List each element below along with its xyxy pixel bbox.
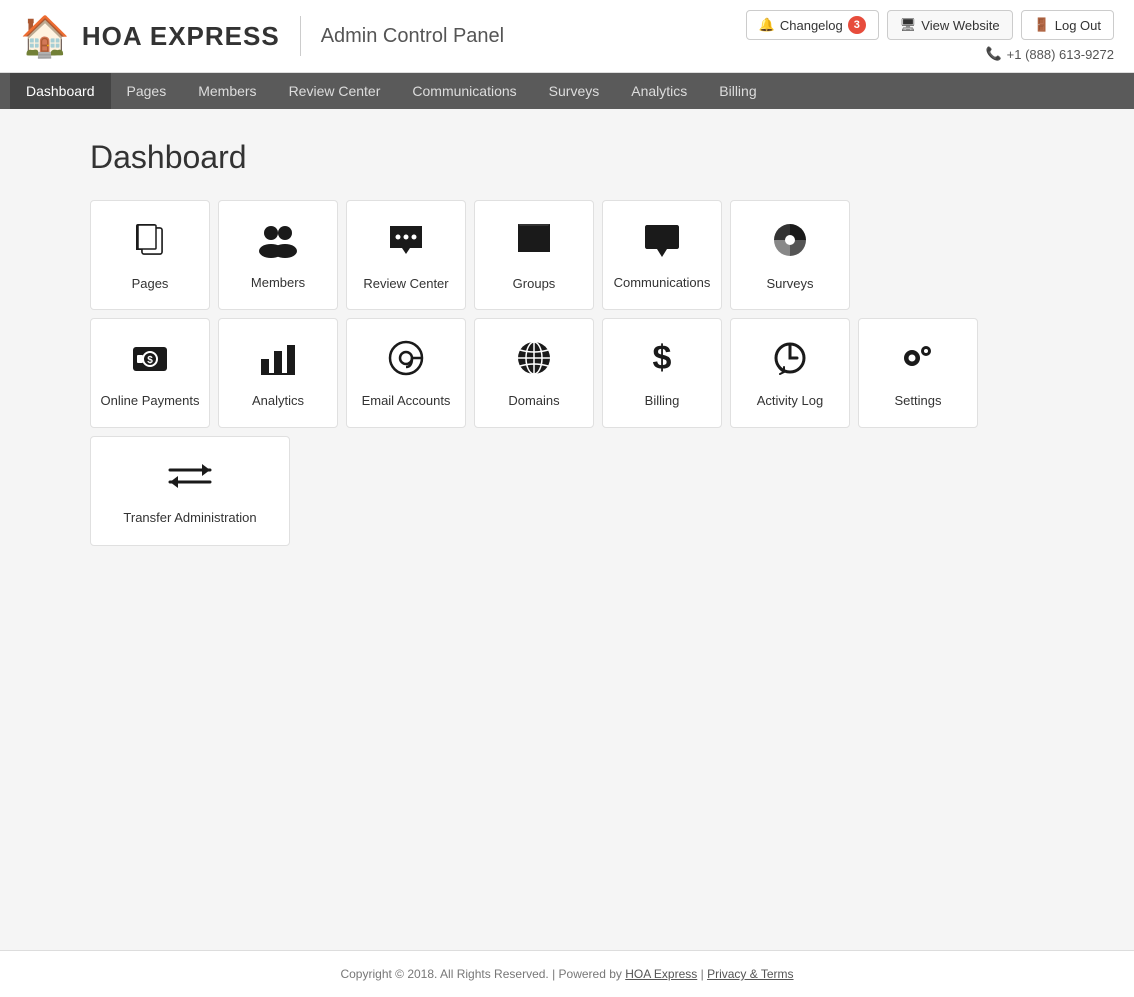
- nav-analytics[interactable]: Analytics: [615, 73, 703, 109]
- domains-icon: [513, 339, 555, 383]
- groups-icon: [514, 220, 554, 266]
- main-content: Dashboard Pages: [0, 109, 1134, 950]
- page-title: Dashboard: [90, 139, 1044, 176]
- card-groups-label: Groups: [513, 276, 556, 291]
- card-members[interactable]: Members: [218, 200, 338, 310]
- card-billing[interactable]: $ Billing: [602, 318, 722, 428]
- phone-icon: 📞: [985, 46, 1001, 62]
- svg-text:$: $: [653, 339, 672, 377]
- nav-billing[interactable]: Billing: [703, 73, 772, 109]
- changelog-badge: 3: [848, 16, 866, 34]
- card-communications-label: Communications: [614, 275, 711, 290]
- phone-number: 📞 +1 (888) 613-9272: [985, 46, 1114, 62]
- dashboard-row-1: Pages Members: [90, 200, 1044, 310]
- footer-hoa-link[interactable]: HOA Express: [625, 967, 697, 981]
- footer-separator: |: [697, 967, 707, 981]
- view-website-label: View Website: [921, 18, 999, 33]
- card-activity-label: Activity Log: [757, 393, 823, 408]
- billing-icon: $: [642, 339, 682, 383]
- card-review-center[interactable]: Review Center: [346, 200, 466, 310]
- card-analytics-label: Analytics: [252, 393, 304, 408]
- card-groups[interactable]: Groups: [474, 200, 594, 310]
- logout-label: Log Out: [1055, 18, 1101, 33]
- transfer-icon: [166, 458, 214, 500]
- logout-button[interactable]: 🚪 Log Out: [1021, 10, 1114, 40]
- changelog-button[interactable]: 🔔 Changelog 3: [746, 10, 879, 40]
- dashboard-row-3: Transfer Administration: [90, 436, 1044, 546]
- header-actions: 🔔 Changelog 3 🖥 View Website 🚪 Log Out 📞…: [746, 10, 1114, 62]
- card-settings[interactable]: Settings: [858, 318, 978, 428]
- communications-icon: [641, 221, 683, 265]
- dashboard-row-2: $ Online Payments Analytics: [90, 318, 1044, 428]
- card-domains-label: Domains: [508, 393, 559, 408]
- card-pages[interactable]: Pages: [90, 200, 210, 310]
- card-surveys-label: Surveys: [767, 276, 814, 291]
- payments-icon: $: [129, 339, 171, 383]
- navigation: Dashboard Pages Members Review Center Co…: [0, 73, 1134, 109]
- review-icon: [386, 220, 426, 266]
- svg-text:$: $: [147, 355, 153, 366]
- changelog-icon: 🔔: [759, 17, 775, 33]
- house-icon: 🏠: [20, 13, 70, 60]
- card-activity-log[interactable]: Activity Log: [730, 318, 850, 428]
- activity-icon: [770, 339, 810, 383]
- pages-icon: [130, 220, 170, 266]
- nav-members[interactable]: Members: [182, 73, 272, 109]
- card-billing-label: Billing: [645, 393, 680, 408]
- card-surveys[interactable]: Surveys: [730, 200, 850, 310]
- settings-icon: [896, 339, 940, 383]
- nav-review-center[interactable]: Review Center: [273, 73, 397, 109]
- nav-pages[interactable]: Pages: [111, 73, 183, 109]
- card-transfer-admin[interactable]: Transfer Administration: [90, 436, 290, 546]
- card-analytics[interactable]: Analytics: [218, 318, 338, 428]
- phone-text: +1 (888) 613-9272: [1007, 47, 1114, 62]
- nav-surveys[interactable]: Surveys: [533, 73, 616, 109]
- email-icon: [385, 339, 427, 383]
- card-settings-label: Settings: [895, 393, 942, 408]
- nav-dashboard[interactable]: Dashboard: [10, 73, 111, 109]
- card-email-accounts[interactable]: Email Accounts: [346, 318, 466, 428]
- card-communications[interactable]: Communications: [602, 200, 722, 310]
- members-icon: [257, 221, 299, 265]
- monitor-icon: 🖥: [900, 17, 917, 33]
- footer-copyright: Copyright © 2018. All Rights Reserved. |…: [340, 967, 625, 981]
- card-payments-label: Online Payments: [101, 393, 200, 408]
- nav-communications[interactable]: Communications: [396, 73, 532, 109]
- view-website-button[interactable]: 🖥 View Website: [887, 10, 1013, 40]
- card-online-payments[interactable]: $ Online Payments: [90, 318, 210, 428]
- card-domains[interactable]: Domains: [474, 318, 594, 428]
- logo: 🏠 HOA EXPRESS: [20, 13, 280, 60]
- card-pages-label: Pages: [132, 276, 169, 291]
- card-members-label: Members: [251, 275, 305, 290]
- admin-panel-title: Admin Control Panel: [321, 25, 504, 48]
- surveys-icon: [770, 220, 810, 266]
- analytics-icon: [258, 339, 298, 383]
- logo-text: HOA EXPRESS: [82, 21, 280, 52]
- card-email-label: Email Accounts: [362, 393, 451, 408]
- footer-privacy-link[interactable]: Privacy & Terms: [707, 967, 793, 981]
- dashboard-grid: Pages Members: [90, 200, 1044, 546]
- logout-icon: 🚪: [1034, 17, 1050, 33]
- header-divider: [300, 16, 301, 56]
- card-transfer-label: Transfer Administration: [123, 510, 256, 525]
- card-review-center-label: Review Center: [363, 276, 448, 291]
- footer: Copyright © 2018. All Rights Reserved. |…: [0, 950, 1134, 997]
- changelog-label: Changelog: [780, 18, 843, 33]
